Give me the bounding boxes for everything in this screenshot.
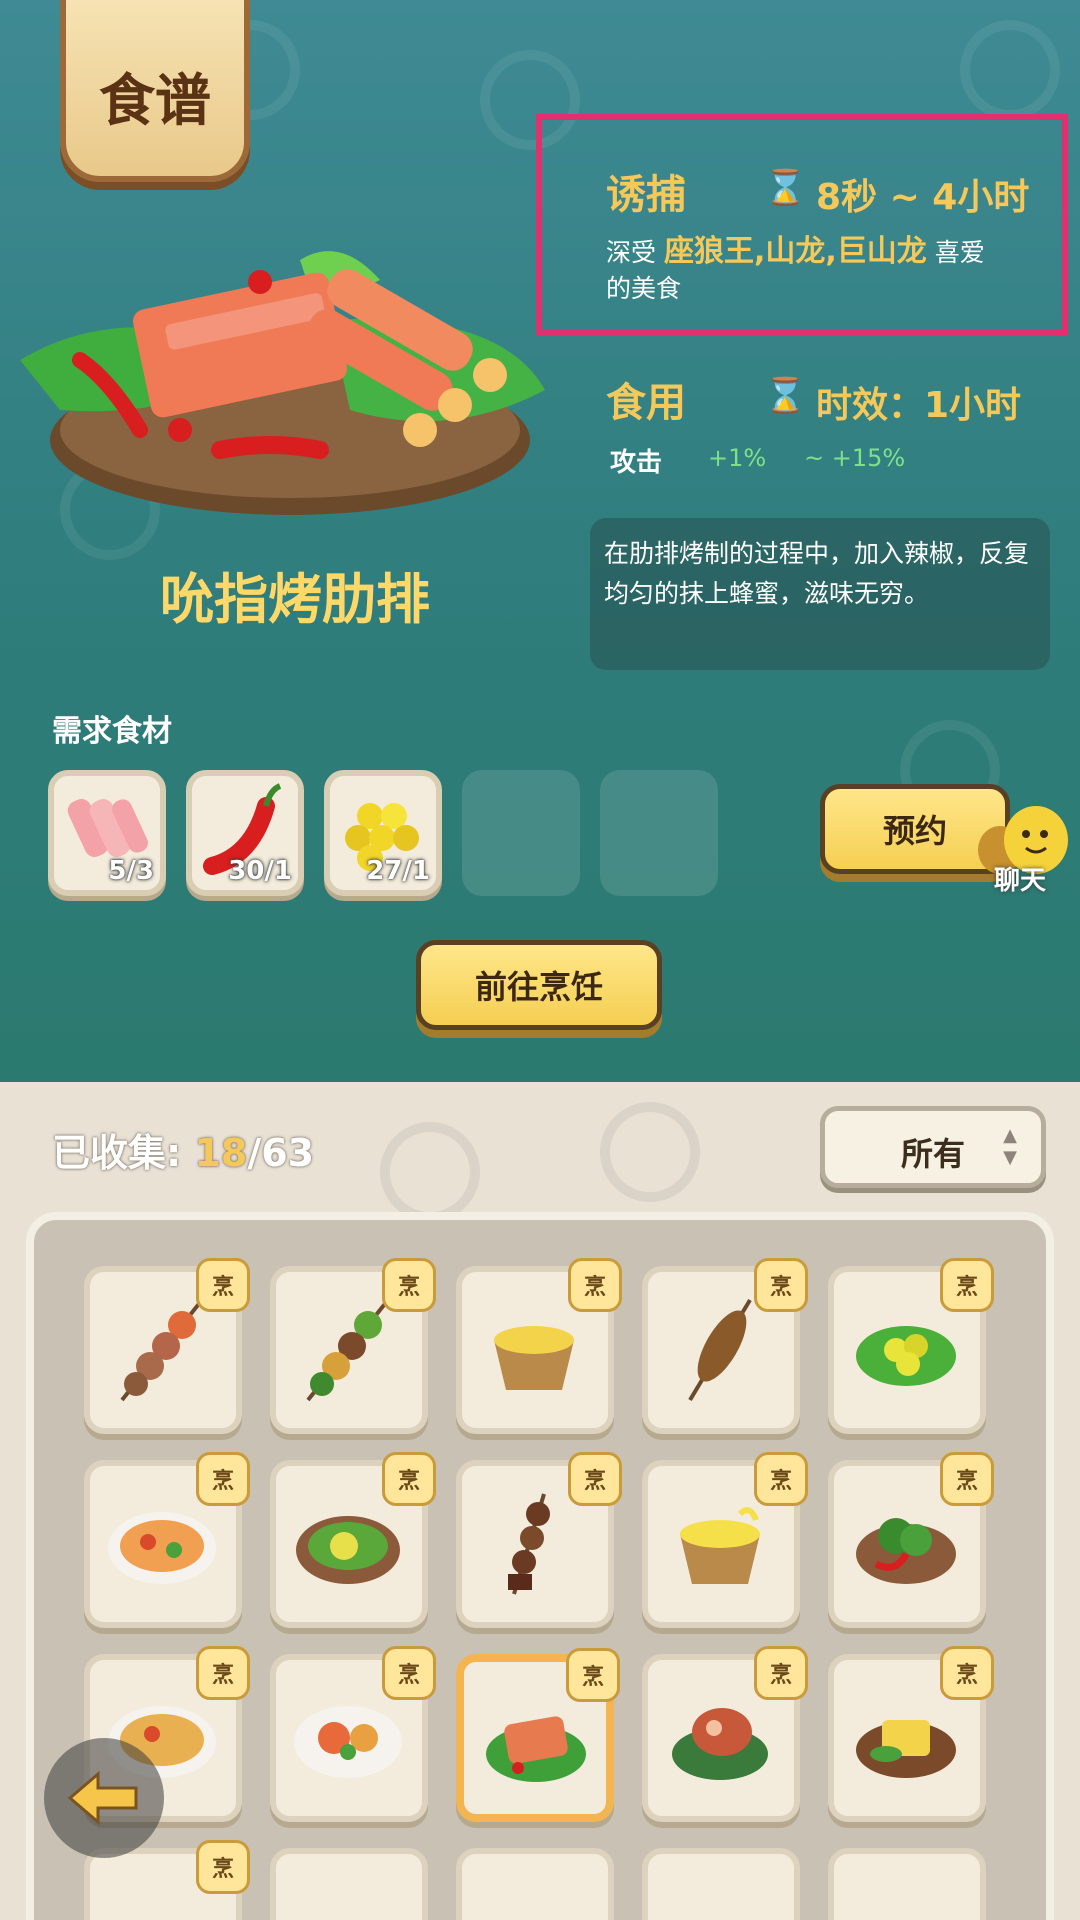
- cook-badge-icon: 烹: [754, 1452, 808, 1506]
- hourglass-icon: ⌛: [764, 168, 807, 208]
- background-swirl-icon: [960, 20, 1060, 120]
- cook-badge-icon: 烹: [382, 1646, 436, 1700]
- recipe-detail-panel: 食谱 吮指烤肋排 诱捕 ⌛ 8秒 ~ 4小时 深受 座狼王,山龙,巨山龙 喜爱 …: [0, 0, 1080, 1082]
- recipe-cell[interactable]: 烹: [84, 1452, 250, 1628]
- cook-badge-icon: 烹: [196, 1452, 250, 1506]
- stat-max: ~ +15%: [804, 444, 906, 472]
- recipe-cell[interactable]: 烹: [642, 1452, 808, 1628]
- recipe-cell[interactable]: 烹: [270, 1258, 436, 1434]
- ingredient-slot[interactable]: 27/1: [324, 770, 442, 896]
- recipe-cell[interactable]: [456, 1848, 614, 1920]
- go-cook-button[interactable]: 前往烹饪: [416, 940, 662, 1030]
- lure-time: 8秒 ~ 4小时: [816, 177, 1030, 218]
- recipe-cell[interactable]: 烹: [456, 1258, 622, 1434]
- ingredients-label: 需求食材: [52, 714, 172, 749]
- filter-value: 所有: [901, 1135, 966, 1173]
- recipe-cell[interactable]: 烹: [642, 1258, 808, 1434]
- ingredient-slot[interactable]: 30/1: [186, 770, 304, 896]
- cook-badge-icon: 烹: [940, 1646, 994, 1700]
- stat-min: +1%: [708, 444, 767, 472]
- ingredient-count: 27/1: [366, 856, 430, 886]
- recipe-cell[interactable]: [828, 1848, 986, 1920]
- cook-badge-icon: 烹: [754, 1258, 808, 1312]
- collected-counter: 已收集: 18/63: [52, 1122, 314, 1177]
- ingredient-count: 30/1: [228, 856, 292, 886]
- lure-creatures: 座狼王,山龙,巨山龙: [663, 234, 927, 269]
- dish-image: [20, 251, 545, 515]
- cook-badge-icon: 烹: [940, 1452, 994, 1506]
- recipe-grid: 烹 烹 烹 烹 烹 烹 烹 烹 烹 烹 烹 烹 烹 烹 烹 烹: [26, 1212, 1054, 1920]
- cook-badge-icon: 烹: [382, 1452, 436, 1506]
- stat-label: 攻击: [610, 448, 663, 478]
- recipe-cell[interactable]: 烹: [828, 1452, 994, 1628]
- recipe-cell[interactable]: 烹: [270, 1452, 436, 1628]
- recipe-title-banner: 食谱: [60, 0, 250, 182]
- recipe-cell[interactable]: 烹: [828, 1646, 994, 1822]
- cook-badge-icon: 烹: [566, 1648, 620, 1702]
- recipe-cell[interactable]: 烹: [84, 1840, 250, 1920]
- cook-badge-icon: 烹: [196, 1646, 250, 1700]
- ingredient-slot-empty: [600, 770, 718, 896]
- lure-desc-prefix: 深受: [606, 238, 657, 267]
- recipe-cell[interactable]: 烹: [828, 1258, 994, 1434]
- background-swirl-icon: [380, 1122, 480, 1222]
- collected-total: /63: [247, 1131, 315, 1175]
- cook-badge-icon: 烹: [754, 1646, 808, 1700]
- recipe-cell[interactable]: 烹: [270, 1646, 436, 1822]
- cook-badge-icon: 烹: [568, 1452, 622, 1506]
- banner-title: 食谱: [99, 68, 211, 134]
- recipe-cell[interactable]: [642, 1848, 800, 1920]
- recipe-cell[interactable]: 烹: [642, 1646, 808, 1822]
- lure-desc-suffix: 喜爱: [934, 238, 985, 267]
- cook-badge-icon: 烹: [568, 1258, 622, 1312]
- ingredient-count: 5/3: [108, 856, 154, 886]
- lure-desc-line2: 的美食: [606, 274, 682, 303]
- chat-label[interactable]: 聊天: [994, 860, 1046, 897]
- ingredient-slot[interactable]: 5/3: [48, 770, 166, 896]
- sort-arrows-icon: ▲ ▼: [1003, 1125, 1017, 1168]
- hourglass-icon: ⌛: [764, 376, 807, 416]
- recipe-cell[interactable]: 烹: [456, 1452, 622, 1628]
- back-arrow-icon: [67, 1770, 138, 1826]
- cook-badge-icon: 烹: [196, 1258, 250, 1312]
- background-swirl-icon: [600, 1102, 700, 1202]
- cook-badge-icon: 烹: [196, 1840, 250, 1894]
- lure-description: 深受 座狼王,山龙,巨山龙 喜爱 的美食: [606, 234, 1026, 307]
- collected-label: 已收集:: [52, 1131, 182, 1175]
- dish-name: 吮指烤肋排: [160, 568, 430, 631]
- back-button[interactable]: [44, 1738, 164, 1858]
- eat-duration: 时效：1小时: [816, 385, 1022, 426]
- eat-label: 食用: [606, 380, 686, 426]
- recipe-cell[interactable]: 烹: [84, 1258, 250, 1434]
- recipe-cell[interactable]: [270, 1848, 428, 1920]
- collected-count: 18: [194, 1131, 248, 1175]
- cook-badge-icon: 烹: [382, 1258, 436, 1312]
- recipe-cell-selected[interactable]: 烹: [456, 1648, 620, 1822]
- cook-badge-icon: 烹: [940, 1258, 994, 1312]
- filter-dropdown[interactable]: 所有 ▲ ▼: [820, 1106, 1046, 1188]
- ingredient-slot-empty: [462, 770, 580, 896]
- dish-description: 在肋排烤制的过程中，加入辣椒，反复均匀的抹上蜂蜜，滋味无穷。: [590, 518, 1050, 670]
- lure-label: 诱捕: [606, 172, 686, 218]
